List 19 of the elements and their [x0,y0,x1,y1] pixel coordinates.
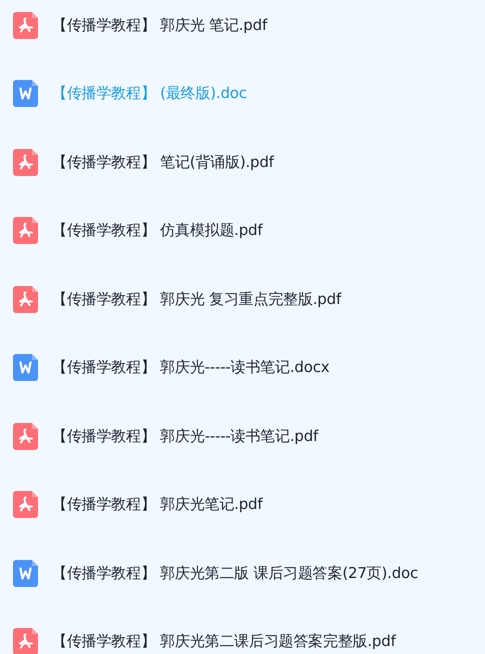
word-document-icon [13,560,38,586]
pdf-file-icon [13,491,38,518]
file-link[interactable]: 【传播学教程】 仿真模拟题.pdf [52,219,262,242]
word-document-icon [13,80,38,107]
file-link[interactable]: 【传播学教程】 郭庆光第二课后习题答案完整版.pdf [52,630,396,653]
file-link[interactable]: 【传播学教程】 郭庆光 复习重点完整版.pdf [52,288,342,310]
file-link[interactable]: 【传播学教程】 郭庆光-----读书笔记.pdf [52,424,318,448]
file-link[interactable]: 【传播学教程】 郭庆光第二版 课后习题答案(27页).doc [52,562,418,584]
pdf-file-icon [13,628,38,654]
file-link[interactable]: 【传播学教程】 郭庆光 笔记.pdf [52,14,268,36]
pdf-file-icon [13,422,38,450]
file-link[interactable]: 【传播学教程】 郭庆光笔记.pdf [52,493,262,516]
pdf-file-icon [13,148,38,176]
file-link[interactable]: 【传播学教程】 笔记(背诵版).pdf [52,150,274,174]
pdf-file-icon [13,12,38,38]
pdf-file-icon [13,217,38,244]
file-link[interactable]: 【传播学教程】 郭庆光-----读书笔记.docx [52,356,330,379]
word-document-icon [13,354,38,381]
pdf-file-icon [13,286,38,312]
